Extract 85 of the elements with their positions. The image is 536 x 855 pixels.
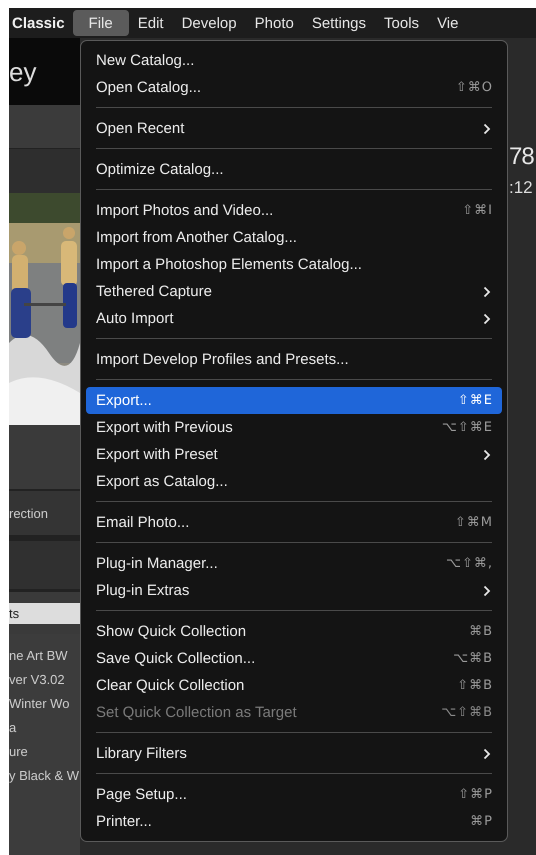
shortcut-label: ⌘B <box>469 624 493 639</box>
menu-item-label: Export... <box>96 392 152 409</box>
shortcut-label: ⇧⌘B <box>457 678 493 693</box>
preset-item[interactable]: y Black & W <box>9 766 80 785</box>
menu-item[interactable]: Tethered Capture <box>86 278 502 305</box>
menu-item-label: Tethered Capture <box>96 283 212 300</box>
menu-item[interactable]: Auto Import <box>86 305 502 332</box>
preset-item[interactable]: a <box>9 718 80 737</box>
menu-item-label: Export with Previous <box>96 419 233 436</box>
menu-item[interactable]: Import a Photoshop Elements Catalog... <box>86 251 502 278</box>
menu-item[interactable]: Email Photo... ⇧⌘M <box>86 509 502 536</box>
shortcut-label: ⇧⌘P <box>458 787 493 802</box>
menu-item-label: Import a Photoshop Elements Catalog... <box>96 256 362 273</box>
menu-item-label: Import from Another Catalog... <box>96 229 297 246</box>
menu-item[interactable]: Show Quick Collection ⌘B <box>86 618 502 645</box>
preset-item[interactable]: ure <box>9 742 80 761</box>
menu-item-label: Printer... <box>96 813 152 830</box>
photo-count: 78 <box>509 142 534 172</box>
menu-item-label: Plug-in Extras <box>96 582 190 599</box>
chevron-right-icon <box>483 448 491 460</box>
menu-item-label: Export as Catalog... <box>96 473 228 490</box>
menu-bar-item[interactable]: Settings <box>302 10 376 36</box>
menu-item-label: Library Filters <box>96 745 187 762</box>
preset-folder[interactable]: ts <box>9 602 80 624</box>
menu-item-label: Email Photo... <box>96 514 190 531</box>
panel-section <box>9 149 80 193</box>
menu-item-label: Set Quick Collection as Target <box>96 704 297 721</box>
preset-item[interactable]: ne Art BW <box>9 646 80 665</box>
shortcut-label: ⌥⌘B <box>453 651 493 666</box>
shortcut-label: ⌘P <box>470 814 493 829</box>
chevron-right-icon <box>483 748 491 760</box>
menu-item[interactable]: Export... ⇧⌘E <box>86 387 502 414</box>
preset-item[interactable]: Winter Wo <box>9 694 80 713</box>
shortcut-label: ⇧⌘E <box>458 393 493 408</box>
menu-item[interactable]: Export as Catalog... <box>86 468 502 495</box>
menu-item-label: Export with Preset <box>96 446 218 463</box>
shortcut-label: ⌥⇧⌘E <box>442 420 493 435</box>
menu-item[interactable]: Plug-in Manager... ⌥⇧⌘, <box>86 550 502 577</box>
menu-item-label: Open Catalog... <box>96 79 202 96</box>
menu-item[interactable]: Open Recent <box>86 115 502 142</box>
menu-bar-item[interactable]: File <box>72 10 129 36</box>
menu-bar-item[interactable]: Photo <box>246 10 303 36</box>
menu-item-label: Open Recent <box>96 120 184 137</box>
menu-item-label: Import Photos and Video... <box>96 202 274 219</box>
menu-item[interactable]: Import Develop Profiles and Presets... <box>86 346 502 373</box>
preset-item[interactable]: ver V3.02 <box>9 670 80 689</box>
menu-item[interactable]: Plug-in Extras <box>86 577 502 604</box>
menu-item-label: Show Quick Collection <box>96 623 246 640</box>
chevron-right-icon <box>483 122 491 134</box>
menu-item[interactable]: Export with Preset <box>86 441 502 468</box>
menu-item[interactable]: Page Setup... ⇧⌘P <box>86 781 502 808</box>
shortcut-label: ⇧⌘M <box>454 515 493 530</box>
time-label: :12 <box>509 178 533 198</box>
menu-bar-item[interactable]: Tools <box>375 10 428 36</box>
shortcut-label: ⇧⌘O <box>456 80 493 95</box>
menu-bar-item[interactable]: Edit <box>128 10 173 36</box>
menu-item[interactable]: Export with Previous ⌥⇧⌘E <box>86 414 502 441</box>
menu-bar-item[interactable]: Vie <box>428 10 468 36</box>
menu-item-label: Clear Quick Collection <box>96 677 244 694</box>
shortcut-label: ⌥⇧⌘, <box>446 556 493 571</box>
menu-item[interactable]: Save Quick Collection... ⌥⌘B <box>86 645 502 672</box>
shortcut-label: ⇧⌘I <box>462 203 493 218</box>
app-menu[interactable]: Classic <box>9 14 73 32</box>
panel-title: ey <box>9 56 36 86</box>
menu-item-label: Plug-in Manager... <box>96 555 218 572</box>
chevron-right-icon <box>483 286 491 298</box>
menu-bar-item[interactable]: Develop <box>172 10 246 36</box>
chevron-right-icon <box>483 584 491 596</box>
menu-item[interactable]: Open Catalog... ⇧⌘O <box>86 74 502 101</box>
shortcut-label: ⌥⇧⌘B <box>441 705 493 720</box>
menu-item[interactable]: Optimize Catalog... <box>86 156 502 183</box>
menu-item[interactable]: Library Filters <box>86 740 502 767</box>
panel-header: rection <box>9 506 48 520</box>
menu-item-label: Auto Import <box>96 310 174 327</box>
menu-item-label: New Catalog... <box>96 52 194 69</box>
chevron-right-icon <box>483 312 491 324</box>
menu-item[interactable]: Import Photos and Video... ⇧⌘I <box>86 197 502 224</box>
menu-item[interactable]: New Catalog... <box>86 47 502 74</box>
menu-item-label: Optimize Catalog... <box>96 161 224 178</box>
menu-item-label: Import Develop Profiles and Presets... <box>96 351 349 368</box>
menu-item-label: Page Setup... <box>96 786 187 803</box>
menu-item[interactable]: Clear Quick Collection ⇧⌘B <box>86 672 502 699</box>
menu-item-label: Save Quick Collection... <box>96 650 256 667</box>
menu-item[interactable]: Import from Another Catalog... <box>86 224 502 251</box>
menu-item[interactable]: Printer... ⌘P <box>86 808 502 835</box>
